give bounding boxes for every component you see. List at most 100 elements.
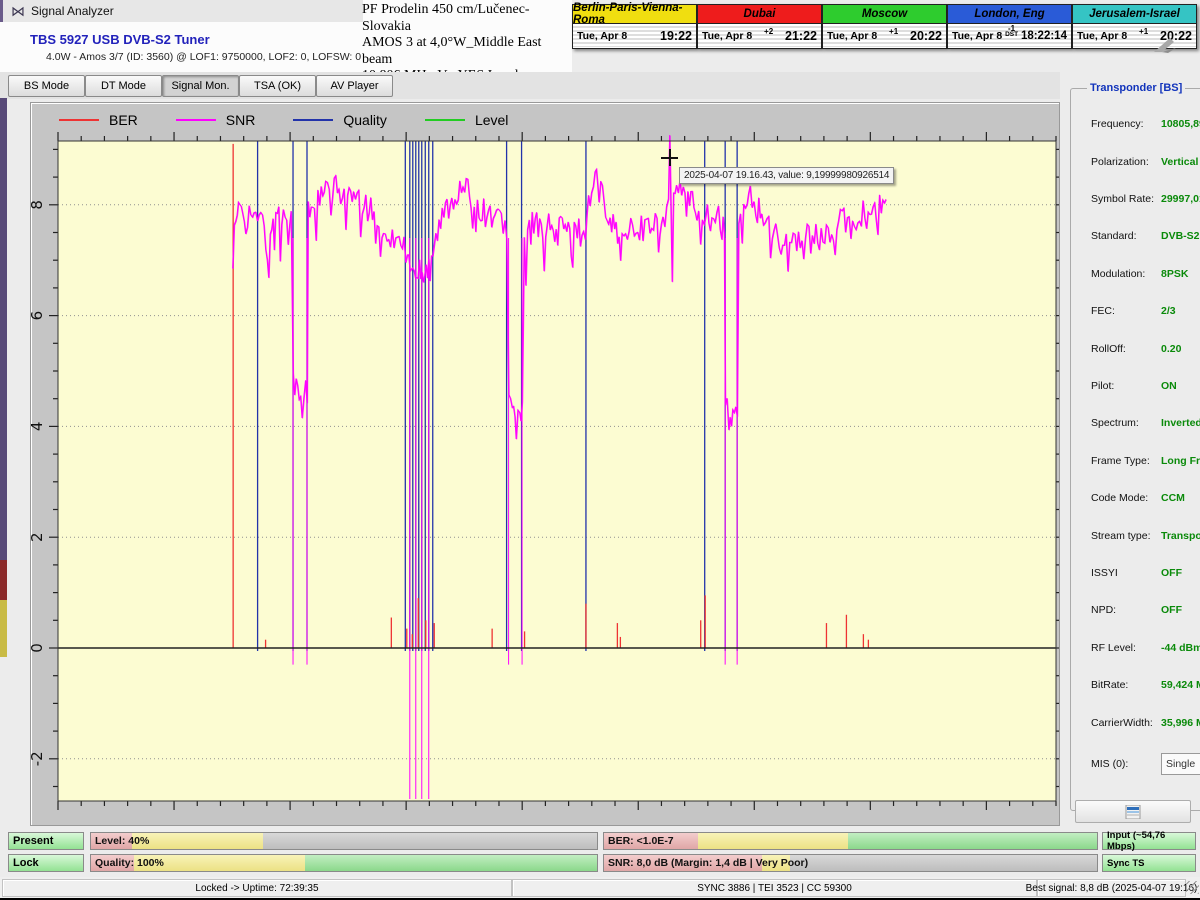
transponder-row-modulation: Modulation:8PSK — [1091, 255, 1200, 292]
clock-city: Dubai — [698, 5, 821, 24]
world-clocks: Berlin-Paris-Vienna-Roma Tue, Apr 8 19:22 D… — [572, 4, 1197, 49]
clock-utc-offset: +1 — [1139, 29, 1148, 35]
transponder-row-label: NPD: — [1091, 604, 1161, 616]
titlebar[interactable]: ⋈ Signal Analyzer — [0, 0, 363, 22]
tab-tsa-ok[interactable]: TSA (OK) — [239, 75, 316, 97]
transponder-row-label: RollOff: — [1091, 343, 1161, 355]
tbs-logo-icon — [1152, 36, 1178, 54]
transponder-row-label: Symbol Rate: — [1091, 193, 1161, 205]
tab-dt-mode[interactable]: DT Mode — [85, 75, 162, 97]
meter-level: Level: 40% — [90, 832, 598, 850]
transponder-row-stream-type: Stream type:Transport — [1091, 517, 1200, 554]
clock-offset-dst: DST — [1005, 32, 1018, 38]
transponder-row-rf-level: RF Level:-44 dBm — [1091, 629, 1200, 666]
legend-item-quality: Quality — [293, 112, 387, 128]
transponder-row-value: 29997,014 KS/s — [1161, 193, 1200, 205]
y-axis-label-0: 0 — [31, 643, 46, 653]
meter-segment-gray — [790, 855, 1097, 871]
edge-strip-red — [0, 560, 7, 600]
transponder-row-label: CarrierWidth: — [1091, 717, 1161, 729]
y-axis-label-8: 8 — [31, 200, 46, 210]
clock-time: 20:22 — [910, 29, 942, 43]
mis-label: MIS (0): — [1091, 758, 1161, 770]
transponder-row-value: Vertical — [1161, 156, 1198, 168]
crosshair-cursor — [669, 149, 671, 166]
clock-date: Tue, Apr 8 — [1077, 30, 1127, 42]
status-badge-sync-ts: Sync TS — [1102, 854, 1196, 872]
transponder-row-value: 0.20 — [1161, 343, 1181, 355]
transponder-row-value: OFF — [1161, 567, 1182, 579]
y-axis-label-4: 4 — [31, 422, 46, 432]
tab-bs-mode[interactable]: BS Mode — [8, 75, 85, 97]
clock-date: Tue, Apr 8 — [577, 30, 627, 42]
tab-signal-mon[interactable]: Signal Mon. — [162, 75, 239, 97]
transponder-row-label: BitRate: — [1091, 679, 1161, 691]
meter-quality: Quality: 100% — [90, 854, 598, 872]
meter-label: Quality: 100% — [95, 855, 164, 871]
mis-selected-value: Single — [1166, 758, 1195, 770]
clock-date: Tue, Apr 8 — [827, 30, 877, 42]
legend-label: Level — [475, 112, 508, 128]
transponder-row-frame-type: Frame Type:Long Frame — [1091, 442, 1200, 479]
transponder-row-label: RF Level: — [1091, 642, 1161, 654]
clock-city-label: Moscow — [862, 8, 907, 20]
transponder-row-npd: NPD:OFF — [1091, 592, 1200, 629]
tab-av-player[interactable]: AV Player — [316, 75, 393, 97]
transponder-row-value: Long Frame — [1161, 455, 1200, 467]
meter-label: Level: 40% — [95, 833, 149, 849]
transponder-row-value: OFF — [1161, 604, 1182, 616]
clock-city-label: Jerusalem-Israel — [1089, 8, 1180, 20]
clock-time: 18:22:14 — [1021, 30, 1067, 42]
transponder-row-value: CCM — [1161, 492, 1185, 504]
transponder-row-label: Modulation: — [1091, 268, 1161, 280]
status-row-1: LockQuality: 100%SNR: 8,0 dB (Margin: 1,… — [0, 854, 1200, 872]
transponder-row-rolloff: RollOff:0.20 — [1091, 330, 1200, 367]
clock-city: London, Eng — [948, 5, 1071, 24]
legend-line-swatch — [425, 119, 465, 121]
signal-chart-plot[interactable]: 86420-2 — [31, 103, 1059, 825]
clock-moscow: MoscowTue, Apr 8+120:22 — [822, 4, 947, 49]
transponder-row-polarization: Polarization:Vertical — [1091, 143, 1200, 180]
clock-offset-value: +1 — [1139, 27, 1148, 36]
transponder-row-frequency: Frequency:10805,894 MHz — [1091, 106, 1200, 143]
clock-time: 19:22 — [660, 29, 692, 43]
report-icon — [1125, 805, 1141, 819]
tuner-subtitle: 4.0W - Amos 3/7 (ID: 3560) @ LOF1: 97500… — [46, 51, 361, 63]
mis-select[interactable]: Single — [1161, 753, 1200, 775]
transponder-row-label: Stream type: — [1091, 530, 1161, 542]
transponder-row-issyi: ISSYIOFF — [1091, 554, 1200, 591]
legend-line-swatch — [59, 119, 99, 121]
clock-body: Tue, Apr 8 19:22 — [573, 24, 696, 47]
meter-snr: SNR: 8,0 dB (Margin: 1,4 dB | Very Poor) — [603, 854, 1098, 872]
clock-berlin-paris-vienna-roma: Berlin-Paris-Vienna-Roma Tue, Apr 8 19:22 — [572, 4, 697, 49]
statusbar-sync-counters: SYNC 3886 | TEI 3523 | CC 59300 — [512, 879, 1037, 897]
clock-city-label: Berlin-Paris-Vienna-Roma — [573, 2, 696, 26]
transponder-row-label: Polarization: — [1091, 156, 1161, 168]
clock-utc-offset: +2 — [764, 29, 773, 35]
export-report-button[interactable] — [1075, 800, 1191, 823]
transponder-row-label: Frame Type: — [1091, 455, 1161, 467]
legend-item-level: Level — [425, 112, 508, 128]
transponder-row-value: 8PSK — [1161, 268, 1188, 280]
meter-segment-green — [848, 833, 1097, 849]
clock-body: Tue, Apr 8+221:22 — [698, 24, 821, 47]
signal-chart-panel: 86420-2 BERSNRQualityLevel 2025-04-07 19… — [30, 102, 1060, 826]
clock-dubai: DubaiTue, Apr 8+221:22 — [697, 4, 822, 49]
transponder-row-value: -44 dBm — [1161, 642, 1200, 654]
meter-label: SNR: 8,0 dB (Margin: 1,4 dB | Very Poor) — [608, 855, 808, 871]
edge-strip-purple — [0, 98, 7, 560]
transponder-row-standard: Standard:DVB-S2 — [1091, 218, 1200, 255]
legend-item-ber: BER — [59, 112, 138, 128]
clock-offset-value: +2 — [764, 27, 773, 36]
transponder-row-label: Pilot: — [1091, 380, 1161, 392]
info-line-0: PF Prodelin 450 cm/Lučenec-Slovakia — [362, 2, 570, 35]
clock-time: 21:22 — [785, 29, 817, 43]
transponder-row-fec: FEC:2/3 — [1091, 293, 1200, 330]
status-row-0: PresentLevel: 40%BER: <1.0E-7Input (~54,… — [0, 832, 1200, 850]
status-badge-present: Present — [8, 832, 84, 850]
transponder-rows: Frequency:10805,894 MHzPolarization:Vert… — [1083, 100, 1200, 742]
resize-grip[interactable] — [1186, 881, 1199, 894]
statusbar-lock-uptime: Locked -> Uptime: 72:39:35 — [2, 879, 512, 897]
transponder-row-value: Inverted — [1161, 417, 1200, 429]
transponder-row-value: Transport — [1161, 530, 1200, 542]
